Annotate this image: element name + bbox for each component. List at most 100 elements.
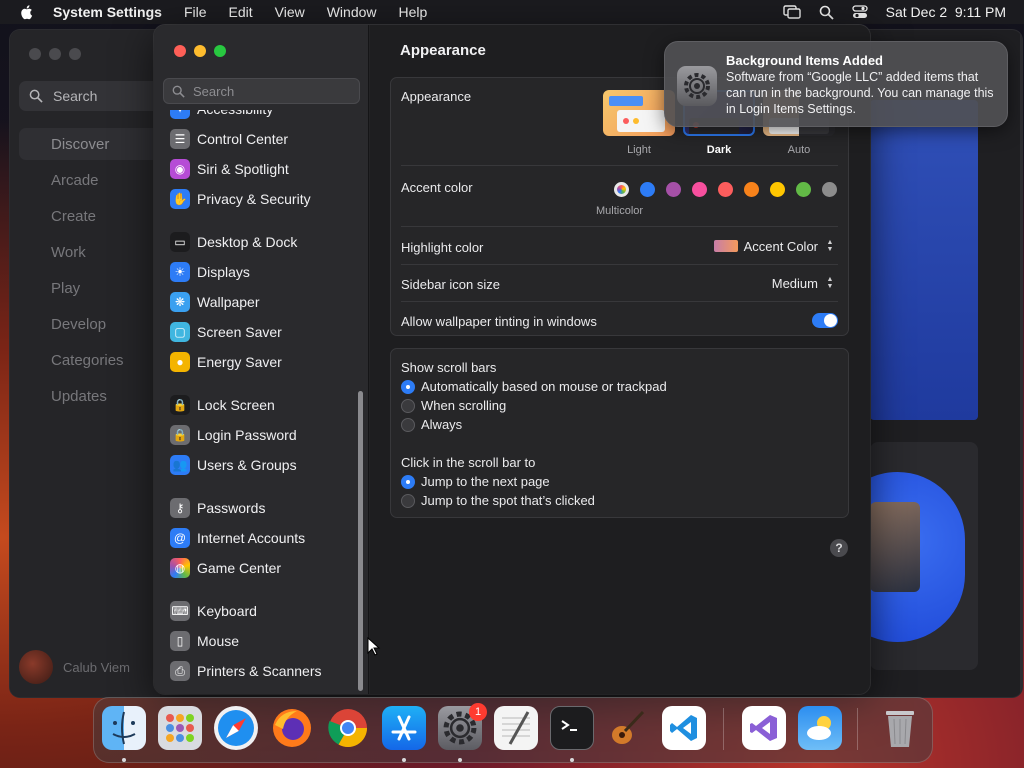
appearance-label: Appearance [401, 89, 472, 104]
sidebar-item-accessibility[interactable]: ✦ Accessibility [170, 110, 273, 121]
sidebar-item-users-groups[interactable]: 👥 Users & Groups [170, 453, 297, 477]
dock-trash[interactable] [878, 706, 922, 750]
radio-when-scrolling-label: When scrolling [421, 398, 507, 413]
menu-window[interactable]: Window [327, 4, 377, 20]
highlight-color-value: Accent Color [743, 238, 818, 254]
sidebar-item-label: Desktop & Dock [197, 234, 298, 250]
sidebar-scrollbar[interactable] [358, 391, 363, 691]
app-store-zoom-button[interactable] [69, 48, 81, 60]
page-title: Appearance [400, 42, 486, 59]
app-store-account[interactable]: Calub Viem [19, 650, 130, 684]
sidebar-item-label: Screen Saver [197, 324, 282, 340]
sidebar-item-desktop-dock[interactable]: ▭ Desktop & Dock [170, 230, 297, 254]
lock-icon: 🔒 [170, 395, 190, 415]
menu-help[interactable]: Help [399, 4, 428, 20]
app-store-icon [391, 715, 417, 741]
menu-app-name[interactable]: System Settings [53, 4, 162, 20]
sidebar-item-screen-saver[interactable]: ▢ Screen Saver [170, 320, 282, 344]
control-center-icon[interactable] [851, 5, 868, 19]
dock-garageband[interactable] [606, 706, 650, 750]
popup-chevron-icon: ▲ ▼ [826, 239, 834, 253]
dock-vscode[interactable] [662, 706, 706, 750]
sidebar-item-privacy-security[interactable]: ✋ Privacy & Security [170, 187, 311, 211]
sidebar-icon-size-label: Sidebar icon size [401, 277, 500, 292]
dock-app-store[interactable] [382, 706, 426, 750]
help-button[interactable]: ? [830, 539, 848, 557]
nav-updates[interactable]: Updates [51, 388, 107, 405]
radio-automatic[interactable]: Automatically based on mouse or trackpad [401, 379, 667, 394]
accent-green-swatch[interactable] [796, 182, 811, 197]
featured-card-game[interactable] [870, 442, 978, 670]
sidebar-item-label: Control Center [197, 131, 289, 147]
menu-clock[interactable]: Sat Dec 2 9:11 PM [886, 4, 1006, 20]
close-button[interactable] [174, 45, 186, 57]
screen-mirroring-icon[interactable] [782, 5, 801, 19]
menu-file[interactable]: File [184, 4, 207, 20]
dock-separator [723, 708, 724, 750]
appearance-light-label: Light [627, 144, 651, 156]
wallpaper-tinting-toggle[interactable] [812, 313, 838, 328]
apple-icon[interactable] [18, 3, 36, 21]
accent-orange-swatch[interactable] [744, 182, 759, 197]
sidebar-item-game-center[interactable]: ◍ Game Center [170, 556, 281, 580]
sidebar-item-printers-scanners[interactable]: ⎙ Printers & Scanners [170, 659, 322, 683]
dock-visual-studio[interactable] [742, 706, 786, 750]
sidebar-icon-size-popup[interactable]: Medium ▲ ▼ [772, 275, 836, 291]
minimize-button[interactable] [194, 45, 206, 57]
settings-search-field[interactable]: Search [163, 78, 360, 104]
nav-play[interactable]: Play [51, 280, 80, 297]
sidebar-item-displays[interactable]: ☀ Displays [170, 260, 250, 284]
nav-create[interactable]: Create [51, 208, 96, 225]
app-store-search-field[interactable]: Search [19, 81, 159, 111]
nav-categories[interactable]: Categories [51, 352, 124, 369]
divider [401, 264, 838, 265]
dock-weather[interactable] [798, 706, 842, 750]
nav-work[interactable]: Work [51, 244, 86, 261]
finder-icon [112, 711, 136, 745]
dock-chrome[interactable] [326, 706, 370, 750]
dock-launchpad[interactable] [158, 706, 202, 750]
dock-textedit[interactable] [494, 706, 538, 750]
nav-arcade[interactable]: Arcade [51, 172, 99, 189]
zoom-button[interactable] [214, 45, 226, 57]
menu-edit[interactable]: Edit [229, 4, 253, 20]
running-indicator [458, 758, 462, 762]
app-store-minimize-button[interactable] [49, 48, 61, 60]
notification-banner[interactable]: Background Items Added Software from “Go… [664, 41, 1008, 127]
sidebar-item-wallpaper[interactable]: ❋ Wallpaper [170, 290, 260, 314]
accent-yellow-swatch[interactable] [770, 182, 785, 197]
radio-always[interactable]: Always [401, 417, 462, 432]
nav-discover[interactable]: Discover [51, 136, 109, 153]
energy-icon: ● [170, 352, 190, 372]
dock-terminal[interactable] [550, 706, 594, 750]
spotlight-search-icon[interactable] [819, 5, 834, 20]
dock-finder[interactable] [102, 706, 146, 750]
accent-blue-swatch[interactable] [640, 182, 655, 197]
sidebar-item-lock-screen[interactable]: 🔒 Lock Screen [170, 393, 275, 417]
accent-red-swatch[interactable] [718, 182, 733, 197]
printer-icon: ⎙ [170, 661, 190, 681]
menu-view[interactable]: View [275, 4, 305, 20]
sidebar-item-siri-spotlight[interactable]: ◉ Siri & Spotlight [170, 157, 289, 181]
sidebar-item-passwords[interactable]: ⚷ Passwords [170, 496, 265, 520]
highlight-color-popup[interactable]: Accent Color ▲ ▼ [713, 238, 836, 254]
sidebar-item-label: Accessibility [197, 110, 273, 117]
sidebar-item-internet-accounts[interactable]: @ Internet Accounts [170, 526, 305, 550]
sidebar-item-control-center[interactable]: ☰ Control Center [170, 127, 288, 151]
radio-when-scrolling[interactable]: When scrolling [401, 398, 506, 413]
app-store-close-button[interactable] [29, 48, 41, 60]
sidebar-item-mouse[interactable]: ▯ Mouse [170, 629, 239, 653]
sidebar-item-keyboard[interactable]: ⌨ Keyboard [170, 599, 257, 623]
radio-spot-clicked[interactable]: Jump to the spot that’s clicked [401, 493, 595, 508]
sidebar-item-login-password[interactable]: 🔒 Login Password [170, 423, 297, 447]
sidebar-item-energy-saver[interactable]: ● Energy Saver [170, 350, 282, 374]
accent-multicolor-swatch[interactable] [614, 182, 629, 197]
dock-safari[interactable] [214, 706, 258, 750]
accent-graphite-swatch[interactable] [822, 182, 837, 197]
accent-purple-swatch[interactable] [666, 182, 681, 197]
radio-next-page[interactable]: Jump to the next page [401, 474, 550, 489]
featured-card-blue[interactable] [870, 100, 978, 420]
accent-pink-swatch[interactable] [692, 182, 707, 197]
dock-firefox[interactable] [270, 706, 314, 750]
nav-develop[interactable]: Develop [51, 316, 106, 333]
